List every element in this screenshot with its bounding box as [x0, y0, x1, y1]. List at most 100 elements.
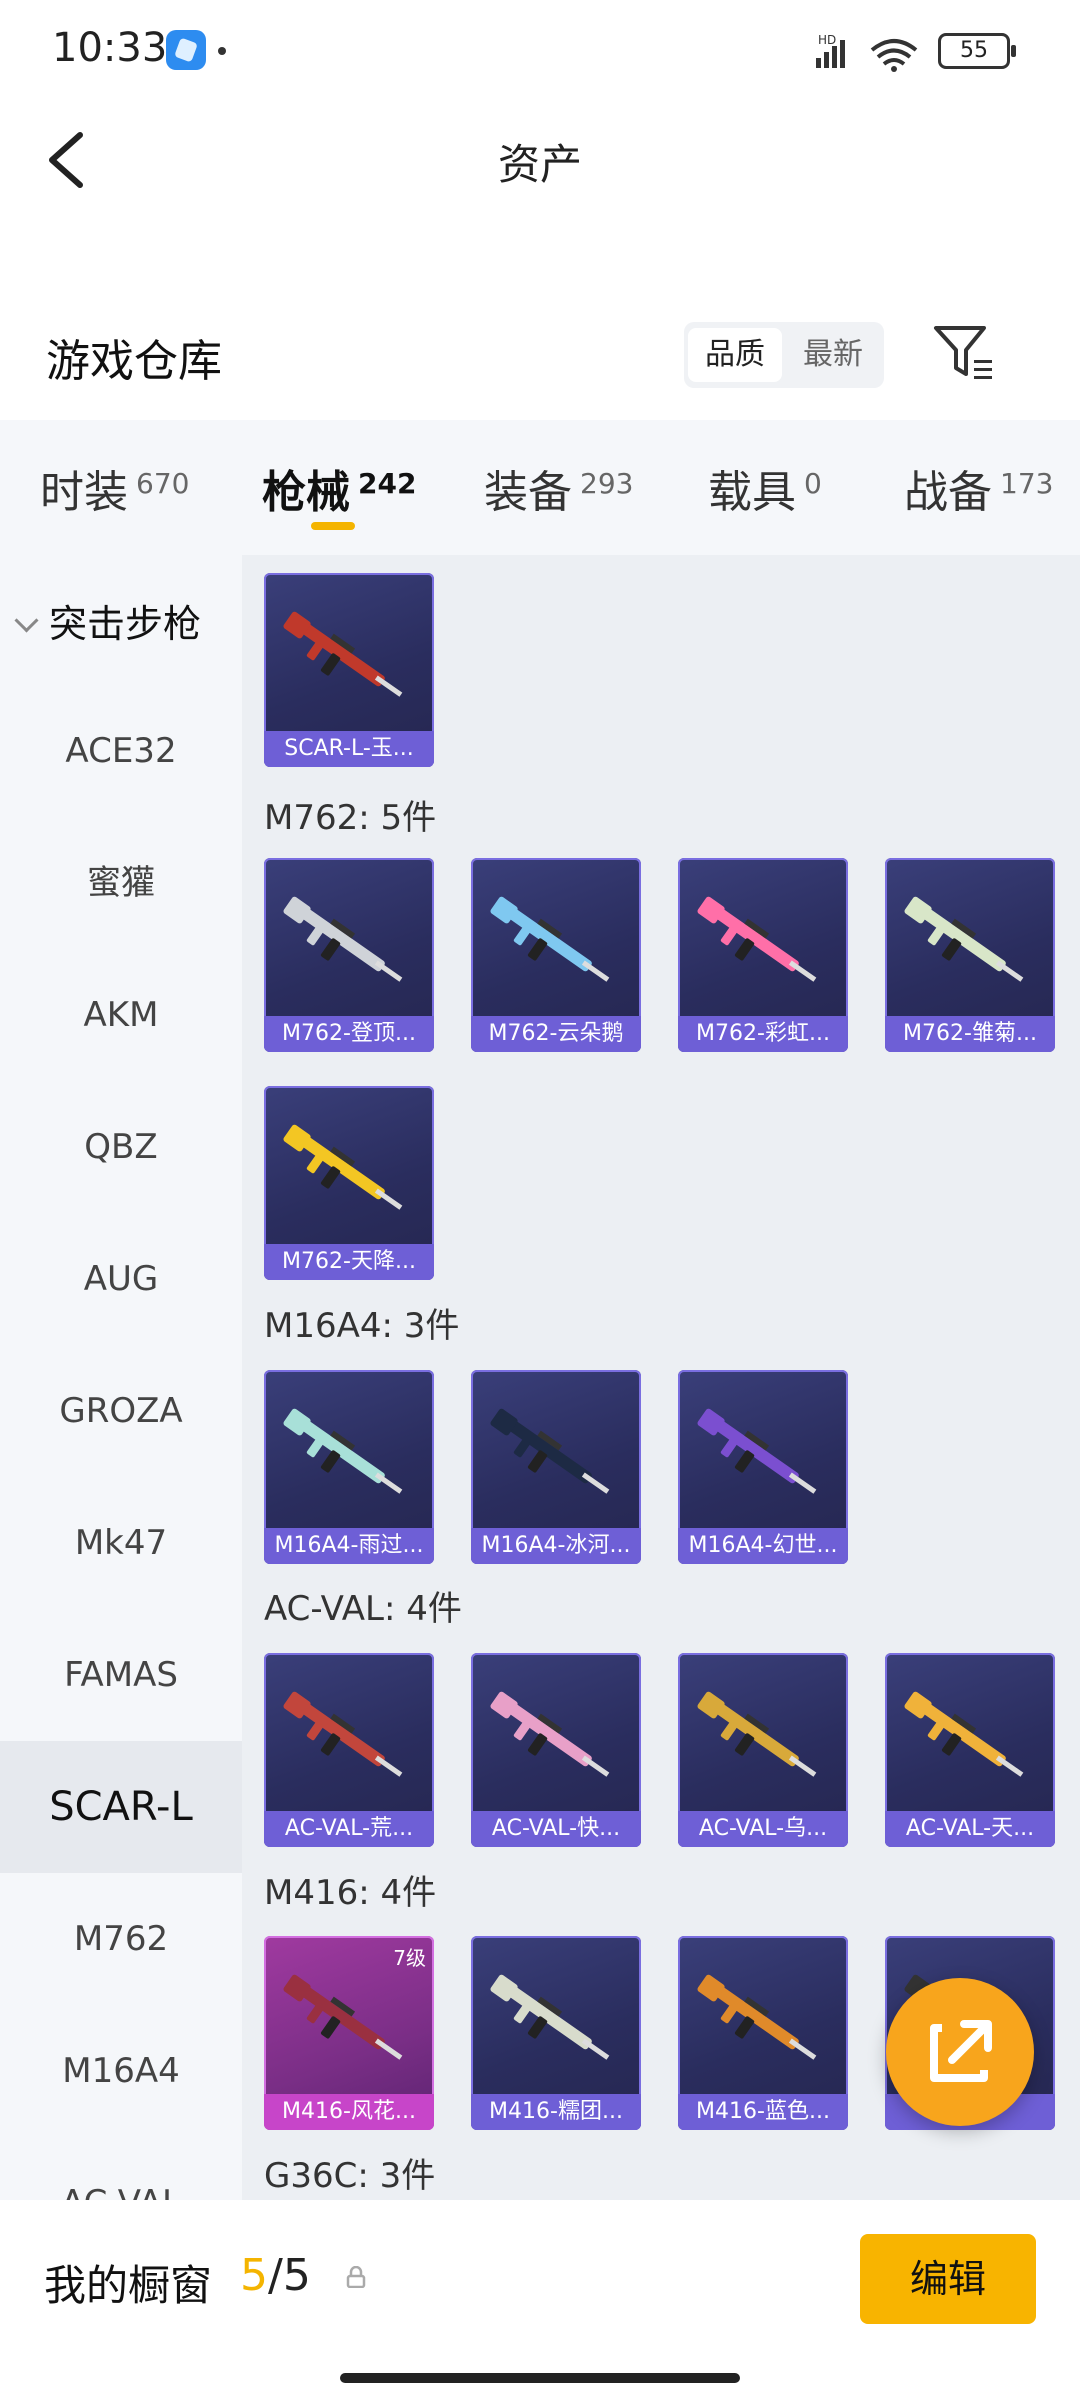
- app-notification-icon: [166, 30, 206, 70]
- tab-label: 装备: [484, 467, 572, 518]
- rifle-icon: [283, 1691, 403, 1777]
- weapon-skin-card[interactable]: SCAR-L-玉...: [264, 573, 434, 767]
- tab-fashion[interactable]: 时装 670: [40, 456, 189, 520]
- rifle-icon: [283, 1124, 403, 1210]
- sidebar-item[interactable]: Mk47: [0, 1477, 242, 1609]
- tab-count: 242: [358, 467, 417, 500]
- sidebar-item[interactable]: M16A4: [0, 2005, 242, 2137]
- tab-label: 载具: [708, 467, 796, 518]
- sort-newest-button[interactable]: 最新: [786, 328, 880, 382]
- weapon-skin-name: M762-登顶...: [264, 1016, 434, 1052]
- weapon-skin-name: M16A4-雨过...: [264, 1528, 434, 1564]
- svg-text:HD: HD: [818, 33, 836, 47]
- rifle-icon: [490, 896, 610, 982]
- rifle-icon: [490, 1974, 610, 2060]
- sidebar-item[interactable]: M762: [0, 1873, 242, 2005]
- weapon-skin-name: M16A4-幻世...: [678, 1528, 848, 1564]
- weapon-skin-card[interactable]: M762-彩虹...: [678, 858, 848, 1052]
- home-indicator: [340, 2373, 740, 2383]
- rifle-icon: [283, 611, 403, 697]
- weapon-skin-card[interactable]: M762-天降...: [264, 1086, 434, 1280]
- weapon-skin-name: AC-VAL-快...: [471, 1811, 641, 1847]
- tab-guns[interactable]: 枪械 242: [262, 456, 416, 520]
- sidebar-item[interactable]: GROZA: [0, 1345, 242, 1477]
- weapon-group-label: M16A4: 3件: [264, 1306, 460, 1346]
- category-tabs: 时装 670 枪械 242 装备 293 载具 0 战备 173: [0, 420, 1080, 555]
- sidebar-category-label: 突击步枪: [49, 602, 202, 646]
- sidebar-item[interactable]: AKM: [0, 949, 242, 1081]
- tab-label: 枪械: [262, 467, 350, 518]
- tab-count: 173: [1000, 467, 1054, 500]
- weapon-skin-name: AC-VAL-荒...: [264, 1811, 434, 1847]
- chevron-down-icon: [14, 608, 39, 633]
- weapon-skin-name: M416-蓝色...: [678, 2094, 848, 2130]
- share-button[interactable]: [886, 1978, 1034, 2126]
- tab-count: 670: [136, 467, 190, 500]
- weapon-skin-name: AC-VAL-天...: [885, 1811, 1055, 1847]
- top-app-bar: 资产: [0, 105, 1080, 215]
- filter-icon[interactable]: [930, 318, 996, 384]
- weapon-skin-card[interactable]: AC-VAL-乌...: [678, 1653, 848, 1847]
- weapon-group-label: AC-VAL: 4件: [264, 1589, 462, 1629]
- weapon-skin-card[interactable]: M16A4-雨过...: [264, 1370, 434, 1564]
- weapon-skin-name: M416-风花...: [264, 2094, 434, 2130]
- showcase-total: /5: [268, 2250, 311, 2301]
- rifle-icon: [697, 1691, 817, 1777]
- weapon-skin-card[interactable]: M762-云朵鹅: [471, 858, 641, 1052]
- rifle-icon: [904, 896, 1024, 982]
- active-tab-indicator: [311, 522, 355, 530]
- weapon-skin-card[interactable]: M416-蓝色...: [678, 1936, 848, 2130]
- sort-toggle: 品质 最新: [684, 322, 884, 388]
- weapon-grid: SCAR-L-玉... M762: 5件 M762-登顶... M762-云朵鹅 M76…: [242, 555, 1080, 2200]
- rifle-icon: [283, 896, 403, 982]
- weapon-skin-name: M16A4-冰河...: [471, 1528, 641, 1564]
- weapon-skin-name: M762-云朵鹅: [471, 1016, 641, 1052]
- level-badge: 7级: [393, 1946, 426, 1970]
- sidebar-item[interactable]: SCAR-L: [0, 1741, 242, 1873]
- weapon-skin-card[interactable]: AC-VAL-天...: [885, 1653, 1055, 1847]
- rifle-icon: [697, 1408, 817, 1494]
- tab-vehicles[interactable]: 载具 0: [708, 456, 822, 520]
- notification-dot-icon: [218, 47, 226, 55]
- weapon-skin-card[interactable]: M762-登顶...: [264, 858, 434, 1052]
- rifle-icon: [283, 1974, 403, 2060]
- sidebar-item[interactable]: QBZ: [0, 1081, 242, 1213]
- weapon-skin-card[interactable]: 7级 M416-风花...: [264, 1936, 434, 2130]
- tab-supplies[interactable]: 战备 173: [904, 456, 1053, 520]
- sidebar-item[interactable]: FAMAS: [0, 1609, 242, 1741]
- weapon-skin-name: SCAR-L-玉...: [264, 731, 434, 767]
- rifle-icon: [697, 1974, 817, 2060]
- weapon-group-label: M416: 4件: [264, 1873, 437, 1913]
- weapon-skin-name: M762-天降...: [264, 1244, 434, 1280]
- rifle-icon: [697, 896, 817, 982]
- share-icon: [930, 2020, 992, 2082]
- clock: 10:33: [52, 25, 168, 71]
- weapon-skin-name: M762-雏菊...: [885, 1016, 1055, 1052]
- weapon-skin-card[interactable]: M16A4-冰河...: [471, 1370, 641, 1564]
- tab-label: 时装: [40, 467, 128, 518]
- sidebar-item[interactable]: AUG: [0, 1213, 242, 1345]
- weapon-skin-name: M416-糯团...: [471, 2094, 641, 2130]
- weapon-skin-card[interactable]: M16A4-幻世...: [678, 1370, 848, 1564]
- edit-showcase-button[interactable]: 编辑: [860, 2234, 1036, 2324]
- tab-equipment[interactable]: 装备 293: [484, 456, 633, 520]
- weapon-skin-card[interactable]: M762-雏菊...: [885, 858, 1055, 1052]
- weapon-skin-card[interactable]: AC-VAL-荒...: [264, 1653, 434, 1847]
- lock-icon: [346, 2266, 366, 2288]
- sidebar-item[interactable]: ACE32: [0, 685, 242, 817]
- weapon-skin-card[interactable]: AC-VAL-快...: [471, 1653, 641, 1847]
- tab-label: 战备: [904, 467, 992, 518]
- weapon-group-label: M762: 5件: [264, 798, 437, 838]
- showcase-label: 我的橱窗: [44, 2261, 213, 2310]
- sidebar-category-header[interactable]: 突击步枪: [14, 593, 202, 648]
- weapon-skin-name: M762-彩虹...: [678, 1016, 848, 1052]
- rifle-icon: [490, 1408, 610, 1494]
- tab-count: 293: [580, 467, 634, 500]
- sort-quality-button[interactable]: 品质: [688, 328, 782, 382]
- weapon-group-label: G36C: 3件: [264, 2156, 436, 2196]
- sidebar-item[interactable]: AC-VAL: [0, 2137, 242, 2200]
- weapon-skin-card[interactable]: M416-糯团...: [471, 1936, 641, 2130]
- showcase-count: 5/5: [240, 2250, 311, 2301]
- sidebar-item[interactable]: 蜜獾: [0, 817, 242, 949]
- weapon-skin-name: AC-VAL-乌...: [678, 1811, 848, 1847]
